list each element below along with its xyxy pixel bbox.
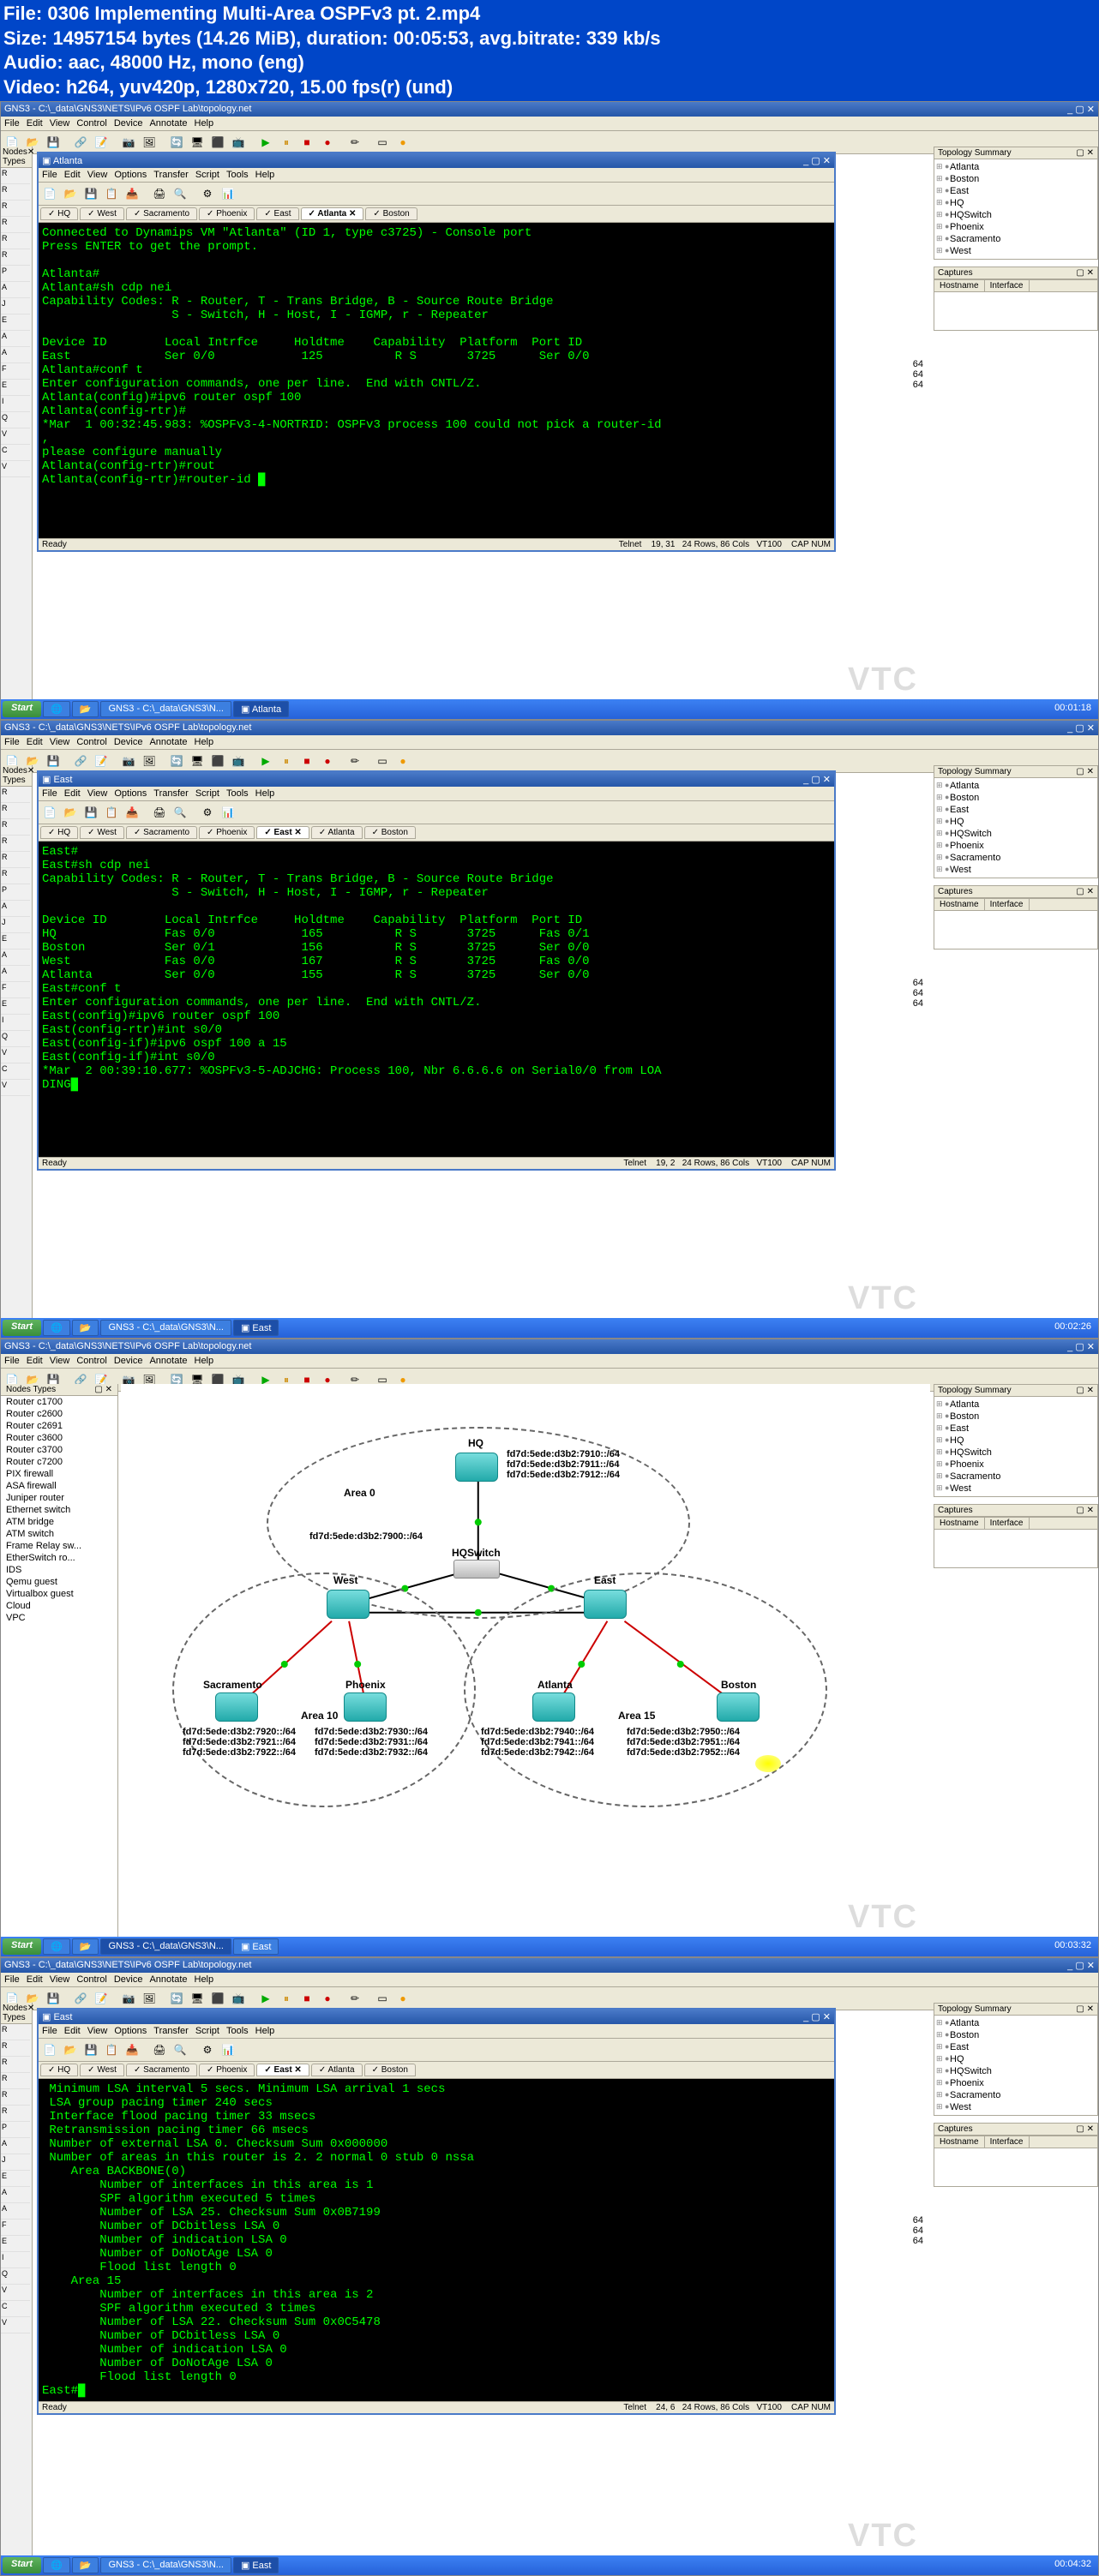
frame-3: GNS3 - C:\_data\GNS3\NETS\IPv6 OSPF Lab\… (0, 1339, 1099, 1957)
terminal-icon[interactable]: ⬛ (208, 133, 227, 152)
east-console-window-2[interactable]: ▣ East_ ▢ ✕ FileEditViewOptionsTransferS… (37, 2008, 836, 2415)
topology-tree[interactable]: AtlantaBostonEastHQHQSwitchPhoenixSacram… (934, 159, 1098, 260)
stop-icon[interactable]: ■ (297, 133, 316, 152)
screenshot-icon[interactable]: 🖼 (140, 133, 159, 152)
sacramento-router[interactable] (215, 1692, 258, 1722)
hq-router[interactable] (455, 1453, 498, 1482)
topology-canvas[interactable]: Area 0 Area 10 Area 15 HQ HQSwitch West … (121, 1384, 930, 1944)
phoenix-router[interactable] (344, 1692, 387, 1722)
start-button[interactable]: Start (3, 701, 41, 717)
topo-partial-text: 64 64 64 (913, 359, 923, 390)
frame-2: GNS3 - C:\_data\GNS3\NETS\IPv6 OSPF Lab\… (0, 720, 1099, 1339)
record-icon[interactable]: ● (318, 133, 337, 152)
link-icon[interactable]: 🔗 (71, 133, 90, 152)
terminal-statusbar: ReadyTelnet 19, 31 24 Rows, 86 Cols VT10… (39, 538, 834, 550)
window-controls[interactable]: _ ▢ ✕ (803, 155, 831, 166)
term-new-icon[interactable]: 📄 (40, 184, 59, 203)
west-router[interactable] (327, 1590, 369, 1619)
video-info-header: File: 0306 Implementing Multi-Area OSPFv… (0, 0, 1099, 101)
nodes-sidebar: Nodes Types✕ RRRRRRPAJEAAFEIQVCV (1, 147, 33, 707)
save-icon[interactable]: 💾 (44, 133, 63, 152)
circle-icon[interactable]: ● (393, 133, 412, 152)
console-icon[interactable]: 🖥 (188, 133, 207, 152)
pause-icon[interactable]: ⏸ (277, 133, 296, 152)
nodes-list-panel[interactable]: Nodes Types▢ ✕ Router c1700Router c2600R… (1, 1384, 118, 1944)
area-15-ellipse (464, 1573, 827, 1807)
gns3-menubar[interactable]: FileEditViewControlDeviceAnnotateHelp (1, 117, 1098, 131)
atlanta-console-window[interactable]: ▣ Atlanta_ ▢ ✕ FileEditViewOptionsTransf… (37, 152, 836, 552)
device-icon[interactable]: 📺 (229, 133, 248, 152)
hq-switch[interactable] (453, 1560, 500, 1579)
gns3-titlebar: GNS3 - C:\_data\GNS3\NETS\IPv6 OSPF Lab\… (1, 102, 1098, 117)
session-tabs[interactable]: ✓ HQ✓ West✓ Sacramento✓ Phoenix✓ East✓ A… (39, 206, 834, 223)
right-panel: Topology Summary▢ ✕ AtlantaBostonEastHQH… (934, 147, 1098, 707)
snapshot-icon[interactable]: 📷 (119, 133, 138, 152)
boston-router[interactable] (717, 1692, 760, 1722)
east-router[interactable] (584, 1590, 627, 1619)
atlanta-router[interactable] (532, 1692, 575, 1722)
rect-icon[interactable]: ▭ (373, 133, 392, 152)
terminal-output[interactable]: Connected to Dynamips VM "Atlanta" (ID 1… (39, 223, 834, 538)
draw-icon[interactable]: ✏ (345, 133, 364, 152)
note-icon[interactable]: 📝 (92, 133, 111, 152)
vtc-watermark: VTC (848, 662, 918, 698)
reload-icon[interactable]: 🔄 (167, 133, 186, 152)
play-icon[interactable]: ▶ (256, 133, 275, 152)
frame-1: GNS3 - C:\_data\GNS3\NETS\IPv6 OSPF Lab\… (0, 101, 1099, 720)
east-console-window[interactable]: ▣ East_ ▢ ✕ FileEditViewOptionsTransferS… (37, 770, 836, 1171)
windows-taskbar[interactable]: Start🌐📂GNS3 - C:\_data\GNS3\N...▣ Atlant… (1, 699, 1098, 719)
frame-4: GNS3 - C:\_data\GNS3\NETS\IPv6 OSPF Lab\… (0, 1957, 1099, 2576)
